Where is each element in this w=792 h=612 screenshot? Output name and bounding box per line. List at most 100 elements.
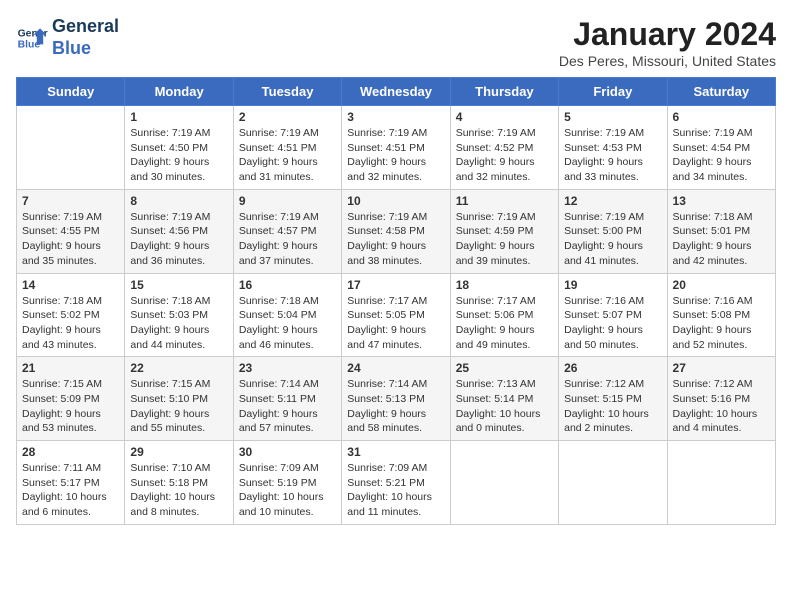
day-number: 12 [564,194,661,208]
day-info: Sunrise: 7:17 AMSunset: 5:06 PMDaylight:… [456,294,553,353]
day-info: Sunrise: 7:19 AMSunset: 4:55 PMDaylight:… [22,210,119,269]
day-number: 31 [347,445,444,459]
calendar-cell: 24 Sunrise: 7:14 AMSunset: 5:13 PMDayligh… [342,357,450,441]
day-info: Sunrise: 7:12 AMSunset: 5:16 PMDaylight:… [673,377,770,436]
calendar-cell: 7Sunrise: 7:19 AMSunset: 4:55 PMDaylight… [17,189,125,273]
logo-line1: General [52,16,119,36]
day-info: Sunrise: 7:19 AMSunset: 4:54 PMDaylight:… [673,126,770,185]
day-info: Sunrise: 7:18 AMSunset: 5:01 PMDaylight:… [673,210,770,269]
day-number: 19 [564,278,661,292]
calendar-cell: 18 Sunrise: 7:17 AMSunset: 5:06 PMDayligh… [450,273,558,357]
day-number: 17 [347,278,444,292]
day-info: Sunrise: 7:19 AMSunset: 4:50 PMDaylight:… [130,126,227,185]
day-info: Sunrise: 7:19 AMSunset: 4:52 PMDaylight:… [456,126,553,185]
calendar-cell [559,441,667,525]
logo-line2: Blue [52,38,91,58]
day-number: 13 [673,194,770,208]
day-info: Sunrise: 7:09 AMSunset: 5:19 PMDaylight:… [239,461,336,520]
day-info: Sunrise: 7:14 AMSunset: 5:13 PMDaylight:… [347,377,444,436]
day-number: 20 [673,278,770,292]
calendar-cell: 12 Sunrise: 7:19 AMSunset: 5:00 PMDayligh… [559,189,667,273]
calendar-cell [667,441,775,525]
calendar-cell: 11Sunrise: 7:19 AMSunset: 4:59 PMDayligh… [450,189,558,273]
calendar-cell: 16 Sunrise: 7:18 AMSunset: 5:04 PMDayligh… [233,273,341,357]
calendar-week-3: 14Sunrise: 7:18 AMSunset: 5:02 PMDayligh… [17,273,776,357]
calendar-cell: 22 Sunrise: 7:15 AMSunset: 5:10 PMDayligh… [125,357,233,441]
calendar-cell: 21 Sunrise: 7:15 AMSunset: 5:09 PMDayligh… [17,357,125,441]
day-info: Sunrise: 7:16 AMSunset: 5:07 PMDaylight:… [564,294,661,353]
header: General Blue General Blue January 2024 D… [16,16,776,69]
calendar-cell: 9 Sunrise: 7:19 AMSunset: 4:57 PMDaylight… [233,189,341,273]
day-info: Sunrise: 7:19 AMSunset: 4:59 PMDaylight:… [456,210,553,269]
day-info: Sunrise: 7:19 AMSunset: 4:58 PMDaylight:… [347,210,444,269]
weekday-header-tuesday: Tuesday [233,78,341,106]
day-info: Sunrise: 7:18 AMSunset: 5:02 PMDaylight:… [22,294,119,353]
calendar-cell: 8Sunrise: 7:19 AMSunset: 4:56 PMDaylight… [125,189,233,273]
month-title: January 2024 [559,16,776,53]
day-info: Sunrise: 7:16 AMSunset: 5:08 PMDaylight:… [673,294,770,353]
day-number: 6 [673,110,770,124]
day-number: 4 [456,110,553,124]
day-number: 9 [239,194,336,208]
day-number: 2 [239,110,336,124]
weekday-header-friday: Friday [559,78,667,106]
calendar-cell: 2 Sunrise: 7:19 AMSunset: 4:51 PMDaylight… [233,106,341,190]
day-number: 25 [456,361,553,375]
calendar-cell: 23 Sunrise: 7:14 AMSunset: 5:11 PMDayligh… [233,357,341,441]
calendar-cell: 5 Sunrise: 7:19 AMSunset: 4:53 PMDaylight… [559,106,667,190]
calendar-cell: 6 Sunrise: 7:19 AMSunset: 4:54 PMDaylight… [667,106,775,190]
title-block: January 2024 Des Peres, Missouri, United… [559,16,776,69]
day-number: 21 [22,361,119,375]
weekday-header-row: SundayMondayTuesdayWednesdayThursdayFrid… [17,78,776,106]
day-info: Sunrise: 7:14 AMSunset: 5:11 PMDaylight:… [239,377,336,436]
calendar-cell: 26 Sunrise: 7:12 AMSunset: 5:15 PMDayligh… [559,357,667,441]
day-info: Sunrise: 7:19 AMSunset: 4:51 PMDaylight:… [239,126,336,185]
day-number: 27 [673,361,770,375]
location-title: Des Peres, Missouri, United States [559,53,776,69]
day-number: 15 [130,278,227,292]
day-number: 18 [456,278,553,292]
day-info: Sunrise: 7:15 AMSunset: 5:09 PMDaylight:… [22,377,119,436]
calendar-cell: 1Sunrise: 7:19 AMSunset: 4:50 PMDaylight… [125,106,233,190]
day-info: Sunrise: 7:18 AMSunset: 5:03 PMDaylight:… [130,294,227,353]
calendar-cell: 4 Sunrise: 7:19 AMSunset: 4:52 PMDaylight… [450,106,558,190]
day-number: 26 [564,361,661,375]
day-number: 28 [22,445,119,459]
day-info: Sunrise: 7:10 AMSunset: 5:18 PMDaylight:… [130,461,227,520]
calendar-cell: 19 Sunrise: 7:16 AMSunset: 5:07 PMDayligh… [559,273,667,357]
day-info: Sunrise: 7:19 AMSunset: 4:56 PMDaylight:… [130,210,227,269]
calendar: SundayMondayTuesdayWednesdayThursdayFrid… [16,77,776,525]
logo: General Blue General Blue [16,16,119,59]
calendar-cell: 14Sunrise: 7:18 AMSunset: 5:02 PMDayligh… [17,273,125,357]
calendar-cell: 17Sunrise: 7:17 AMSunset: 5:05 PMDayligh… [342,273,450,357]
day-number: 22 [130,361,227,375]
day-number: 23 [239,361,336,375]
calendar-cell: 30 Sunrise: 7:09 AMSunset: 5:19 PMDayligh… [233,441,341,525]
day-number: 30 [239,445,336,459]
calendar-cell: 20 Sunrise: 7:16 AMSunset: 5:08 PMDayligh… [667,273,775,357]
weekday-header-saturday: Saturday [667,78,775,106]
calendar-cell: 28 Sunrise: 7:11 AMSunset: 5:17 PMDayligh… [17,441,125,525]
day-info: Sunrise: 7:19 AMSunset: 4:57 PMDaylight:… [239,210,336,269]
day-info: Sunrise: 7:19 AMSunset: 4:53 PMDaylight:… [564,126,661,185]
weekday-header-sunday: Sunday [17,78,125,106]
calendar-cell: 15 Sunrise: 7:18 AMSunset: 5:03 PMDayligh… [125,273,233,357]
calendar-cell: 10Sunrise: 7:19 AMSunset: 4:58 PMDayligh… [342,189,450,273]
day-number: 3 [347,110,444,124]
calendar-cell: 31 Sunrise: 7:09 AMSunset: 5:21 PMDayligh… [342,441,450,525]
day-number: 16 [239,278,336,292]
day-number: 5 [564,110,661,124]
day-info: Sunrise: 7:09 AMSunset: 5:21 PMDaylight:… [347,461,444,520]
logo-text: General Blue [52,16,119,59]
day-info: Sunrise: 7:18 AMSunset: 5:04 PMDaylight:… [239,294,336,353]
day-number: 29 [130,445,227,459]
day-info: Sunrise: 7:15 AMSunset: 5:10 PMDaylight:… [130,377,227,436]
calendar-week-5: 28 Sunrise: 7:11 AMSunset: 5:17 PMDayligh… [17,441,776,525]
day-info: Sunrise: 7:11 AMSunset: 5:17 PMDaylight:… [22,461,119,520]
day-info: Sunrise: 7:12 AMSunset: 5:15 PMDaylight:… [564,377,661,436]
day-info: Sunrise: 7:19 AMSunset: 5:00 PMDaylight:… [564,210,661,269]
calendar-cell: 29 Sunrise: 7:10 AMSunset: 5:18 PMDayligh… [125,441,233,525]
day-number: 24 [347,361,444,375]
calendar-cell [450,441,558,525]
calendar-week-4: 21 Sunrise: 7:15 AMSunset: 5:09 PMDayligh… [17,357,776,441]
